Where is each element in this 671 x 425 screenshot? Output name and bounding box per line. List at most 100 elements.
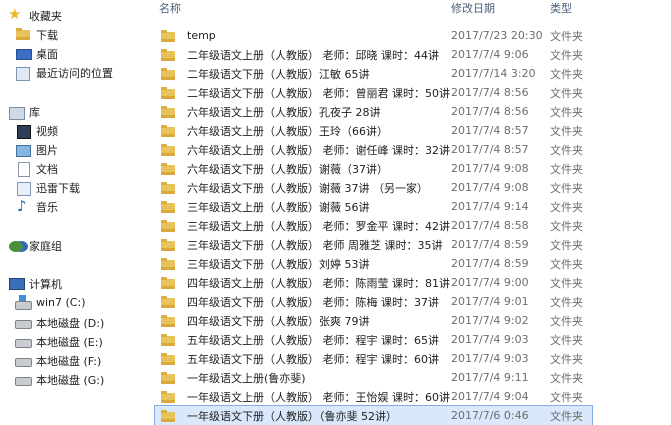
folder-icon [161, 200, 175, 213]
file-row[interactable]: 三年级语文上册（人教版） 老师：罗金平 课时：42讲 2017/7/4 8:58 文… [155, 216, 592, 235]
nav-label: 下载 [36, 28, 58, 42]
file-row[interactable]: 五年级语文下册（人教版） 老师：程宇 课时：60讲 2017/7/4 9:03 文件… [155, 349, 592, 368]
file-row[interactable]: 六年级语文上册（人教版） 老师：谢任峰 课时：32讲 2017/7/4 8:57 文… [155, 140, 592, 159]
file-date: 2017/7/4 8:57 [451, 124, 529, 137]
file-date: 2017/7/4 9:14 [451, 200, 529, 213]
nav-drive-e[interactable]: 本地磁盘 (E:) [15, 332, 103, 351]
windows-drive-icon [15, 294, 32, 311]
file-name: 六年级语文上册（人教版）孔夜子 28讲 [187, 105, 381, 119]
file-row[interactable]: 二年级语文下册（人教版） 老师：曾丽君 课时：50讲 2017/7/4 8:56 文… [155, 83, 592, 102]
file-type: 文件夹 [550, 352, 583, 366]
file-date: 2017/7/4 9:00 [451, 276, 529, 289]
nav-label: 收藏夹 [29, 9, 62, 23]
file-type: 文件夹 [550, 257, 583, 271]
nav-computer[interactable]: 计算机 [8, 274, 62, 293]
nav-label: 库 [29, 105, 40, 119]
file-date: 2017/7/4 9:02 [451, 314, 529, 327]
file-type: 文件夹 [550, 162, 583, 176]
folder-icon [161, 409, 175, 422]
folder-icon [161, 86, 175, 99]
column-header-name[interactable]: 名称 [159, 0, 181, 18]
file-name: 六年级语文下册（人教版）谢薇（37讲） [187, 162, 388, 176]
file-row[interactable]: 四年级语文上册（人教版） 老师：陈雨莹 课时：81讲 2017/7/4 9:00 文… [155, 273, 592, 292]
file-date: 2017/7/4 8:58 [451, 219, 529, 232]
nav-drive-d[interactable]: 本地磁盘 (D:) [15, 313, 104, 332]
file-date: 2017/7/23 20:30 [451, 29, 543, 42]
file-date: 2017/7/4 9:08 [451, 162, 529, 175]
file-date: 2017/7/4 9:01 [451, 295, 529, 308]
nav-pictures[interactable]: 图片 [15, 140, 58, 159]
file-row[interactable]: 一年级语文下册（人教版）（鲁亦斐 52讲） 2017/7/6 0:46 文件夹 [154, 405, 593, 425]
file-row[interactable]: 一年级语文上册(鲁亦斐) 2017/7/4 9:11 文件夹 [155, 368, 592, 387]
star-icon [8, 5, 24, 24]
nav-label: 本地磁盘 (D:) [36, 316, 105, 330]
nav-drive-c[interactable]: win7 (C:) [15, 293, 86, 312]
nav-drive-f[interactable]: 本地磁盘 (F:) [15, 351, 101, 370]
nav-label: 本地磁盘 (G:) [36, 373, 105, 387]
file-row[interactable]: temp 2017/7/23 20:30 文件夹 [155, 26, 592, 45]
file-name: 三年级语文上册（人教版）谢薇 56讲 [187, 200, 370, 214]
column-header-date[interactable]: 修改日期 [451, 0, 495, 18]
folder-icon [161, 162, 175, 175]
file-type: 文件夹 [550, 219, 583, 233]
nav-downloads[interactable]: 下载 [15, 25, 58, 44]
hard-drive-icon [15, 353, 32, 369]
file-date: 2017/7/4 8:59 [451, 257, 529, 270]
file-name: 六年级语文下册（人教版）谢薇 37讲 （另一家） [187, 181, 428, 195]
file-type: 文件夹 [550, 333, 583, 347]
file-name: 五年级语文上册（人教版） 老师：程宇 课时：65讲 [187, 333, 439, 347]
nav-documents[interactable]: 文档 [15, 159, 58, 178]
file-date: 2017/7/4 9:03 [451, 352, 529, 365]
nav-recent-places[interactable]: 最近访问的位置 [15, 63, 113, 82]
file-name: 三年级语文下册（人教版）刘婷 53讲 [187, 257, 370, 271]
file-name: 六年级语文上册（人教版） 老师：谢任峰 课时：32讲 [187, 143, 450, 157]
nav-desktop[interactable]: 桌面 [15, 44, 58, 63]
file-name: 二年级语文下册（人教版） 老师：曾丽君 课时：50讲 [187, 86, 450, 100]
file-row[interactable]: 一年级语文上册（人教版） 老师：王怡娱 课时：60讲 2017/7/4 9:04 文… [155, 387, 592, 406]
file-type: 文件夹 [550, 105, 583, 119]
file-row[interactable]: 六年级语文上册（人教版）孔夜子 28讲 2017/7/4 8:56 文件夹 [155, 102, 592, 121]
file-row[interactable]: 五年级语文上册（人教版） 老师：程宇 课时：65讲 2017/7/4 9:03 文件… [155, 330, 592, 349]
folder-icon [161, 181, 175, 194]
folder-icon [161, 257, 175, 270]
file-type: 文件夹 [550, 29, 583, 43]
file-name: 四年级语文下册（人教版）张爽 79讲 [187, 314, 370, 328]
nav-libraries[interactable]: 库 [8, 102, 40, 121]
file-name: 一年级语文上册（人教版） 老师：王怡娱 课时：60讲 [187, 390, 450, 404]
file-type: 文件夹 [550, 276, 583, 290]
nav-label: 音乐 [36, 200, 58, 214]
file-row[interactable]: 三年级语文上册（人教版）谢薇 56讲 2017/7/4 9:14 文件夹 [155, 197, 592, 216]
folder-icon [161, 124, 175, 137]
nav-label: 本地磁盘 (E:) [36, 335, 103, 349]
nav-homegroup[interactable]: 家庭组 [8, 236, 62, 255]
nav-music[interactable]: 音乐 [15, 197, 58, 216]
file-row[interactable]: 四年级语文下册（人教版）张爽 79讲 2017/7/4 9:02 文件夹 [155, 311, 592, 330]
folder-icon [161, 219, 175, 232]
column-header-type[interactable]: 类型 [550, 0, 572, 18]
nav-favorites[interactable]: 收藏夹 [8, 5, 62, 25]
folder-icon [161, 295, 175, 308]
file-row[interactable]: 二年级语文上册（人教版） 老师：邱晓 课时：44讲 2017/7/4 9:06 文件… [155, 45, 592, 64]
file-type: 文件夹 [550, 371, 583, 385]
file-row[interactable]: 三年级语文下册（人教版）刘婷 53讲 2017/7/4 8:59 文件夹 [155, 254, 592, 273]
file-row[interactable]: 六年级语文上册（人教版）王玲（66讲） 2017/7/4 8:57 文件夹 [155, 121, 592, 140]
xunlei-download-icon [15, 180, 31, 196]
folder-icon [161, 48, 175, 61]
file-type: 文件夹 [550, 390, 583, 404]
nav-drive-g[interactable]: 本地磁盘 (G:) [15, 370, 104, 389]
nav-label: 迅雷下载 [36, 181, 80, 195]
file-name: 一年级语文上册(鲁亦斐) [187, 371, 306, 385]
nav-xunlei-downloads[interactable]: 迅雷下载 [15, 178, 80, 197]
file-row[interactable]: 六年级语文下册（人教版）谢薇 37讲 （另一家） 2017/7/4 9:08 文件夹 [155, 178, 592, 197]
file-name: 六年级语文上册（人教版）王玲（66讲） [187, 124, 388, 138]
file-date: 2017/7/4 9:08 [451, 181, 529, 194]
file-row[interactable]: 四年级语文下册（人教版） 老师：陈梅 课时：37讲 2017/7/4 9:01 文件… [155, 292, 592, 311]
file-row[interactable]: 二年级语文下册（人教版）江敏 65讲 2017/7/14 3:20 文件夹 [155, 64, 592, 83]
file-row[interactable]: 三年级语文下册（人教版） 老师 周雅芝 课时：35讲 2017/7/4 8:59 文… [155, 235, 592, 254]
hard-drive-icon [15, 315, 32, 331]
nav-videos[interactable]: 视频 [15, 121, 58, 140]
file-row[interactable]: 六年级语文下册（人教版）谢薇（37讲） 2017/7/4 9:08 文件夹 [155, 159, 592, 178]
document-icon [15, 161, 31, 177]
file-type: 文件夹 [550, 238, 583, 252]
file-type: 文件夹 [550, 48, 583, 62]
